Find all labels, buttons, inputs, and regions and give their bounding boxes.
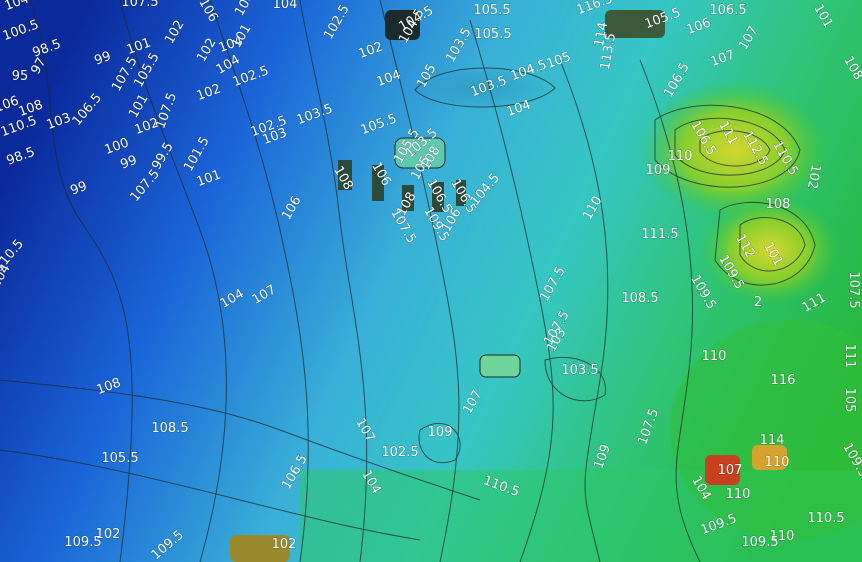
contour-label: 108 <box>766 197 791 212</box>
contour-label: 110 <box>765 455 790 470</box>
contour-label: 102.5 <box>381 445 418 460</box>
contour-label: 106.5 <box>709 3 746 18</box>
contour-label: 105.5 <box>101 451 138 466</box>
contour-label: 108.5 <box>151 421 188 436</box>
contour-label: 107.5 <box>846 271 861 308</box>
contour-label: 105.5 <box>474 27 511 42</box>
contour-label: 116 <box>771 373 796 388</box>
contour-label: 2 <box>754 295 762 310</box>
contour-label: 109.5 <box>64 535 101 550</box>
contour-label: 109.5 <box>741 535 778 550</box>
contour-label: 111 <box>842 344 857 369</box>
contour-label: 102 <box>272 537 297 552</box>
structure-block <box>479 354 521 378</box>
contour-label: 105.5 <box>473 3 510 18</box>
contour-label: 108.5 <box>621 291 658 306</box>
contour-label: 110 <box>702 349 727 364</box>
contour-label: 107.5 <box>121 0 158 10</box>
contour-label: 111.5 <box>641 227 678 242</box>
contour-label: 105 <box>842 388 857 413</box>
contour-label: 95 <box>12 69 29 84</box>
contour-label: 104 <box>273 0 298 12</box>
contour-label: 110.5 <box>807 511 844 526</box>
contour-label: 114 <box>760 433 785 448</box>
contour-label: 110 <box>668 149 693 164</box>
elevation-map: 104 107.5 106 106 104 102.5 104.5 105.5 116.5 105… <box>0 0 862 562</box>
contour-label: 107 <box>718 463 743 478</box>
contour-label: 110 <box>726 487 751 502</box>
map-canvas: 104 107.5 106 106 104 102.5 104.5 105.5 116.5105… <box>0 0 862 562</box>
contour-label: 103.5 <box>561 363 598 378</box>
contour-label: 109 <box>646 163 671 178</box>
contour-label: 109 <box>428 425 453 440</box>
